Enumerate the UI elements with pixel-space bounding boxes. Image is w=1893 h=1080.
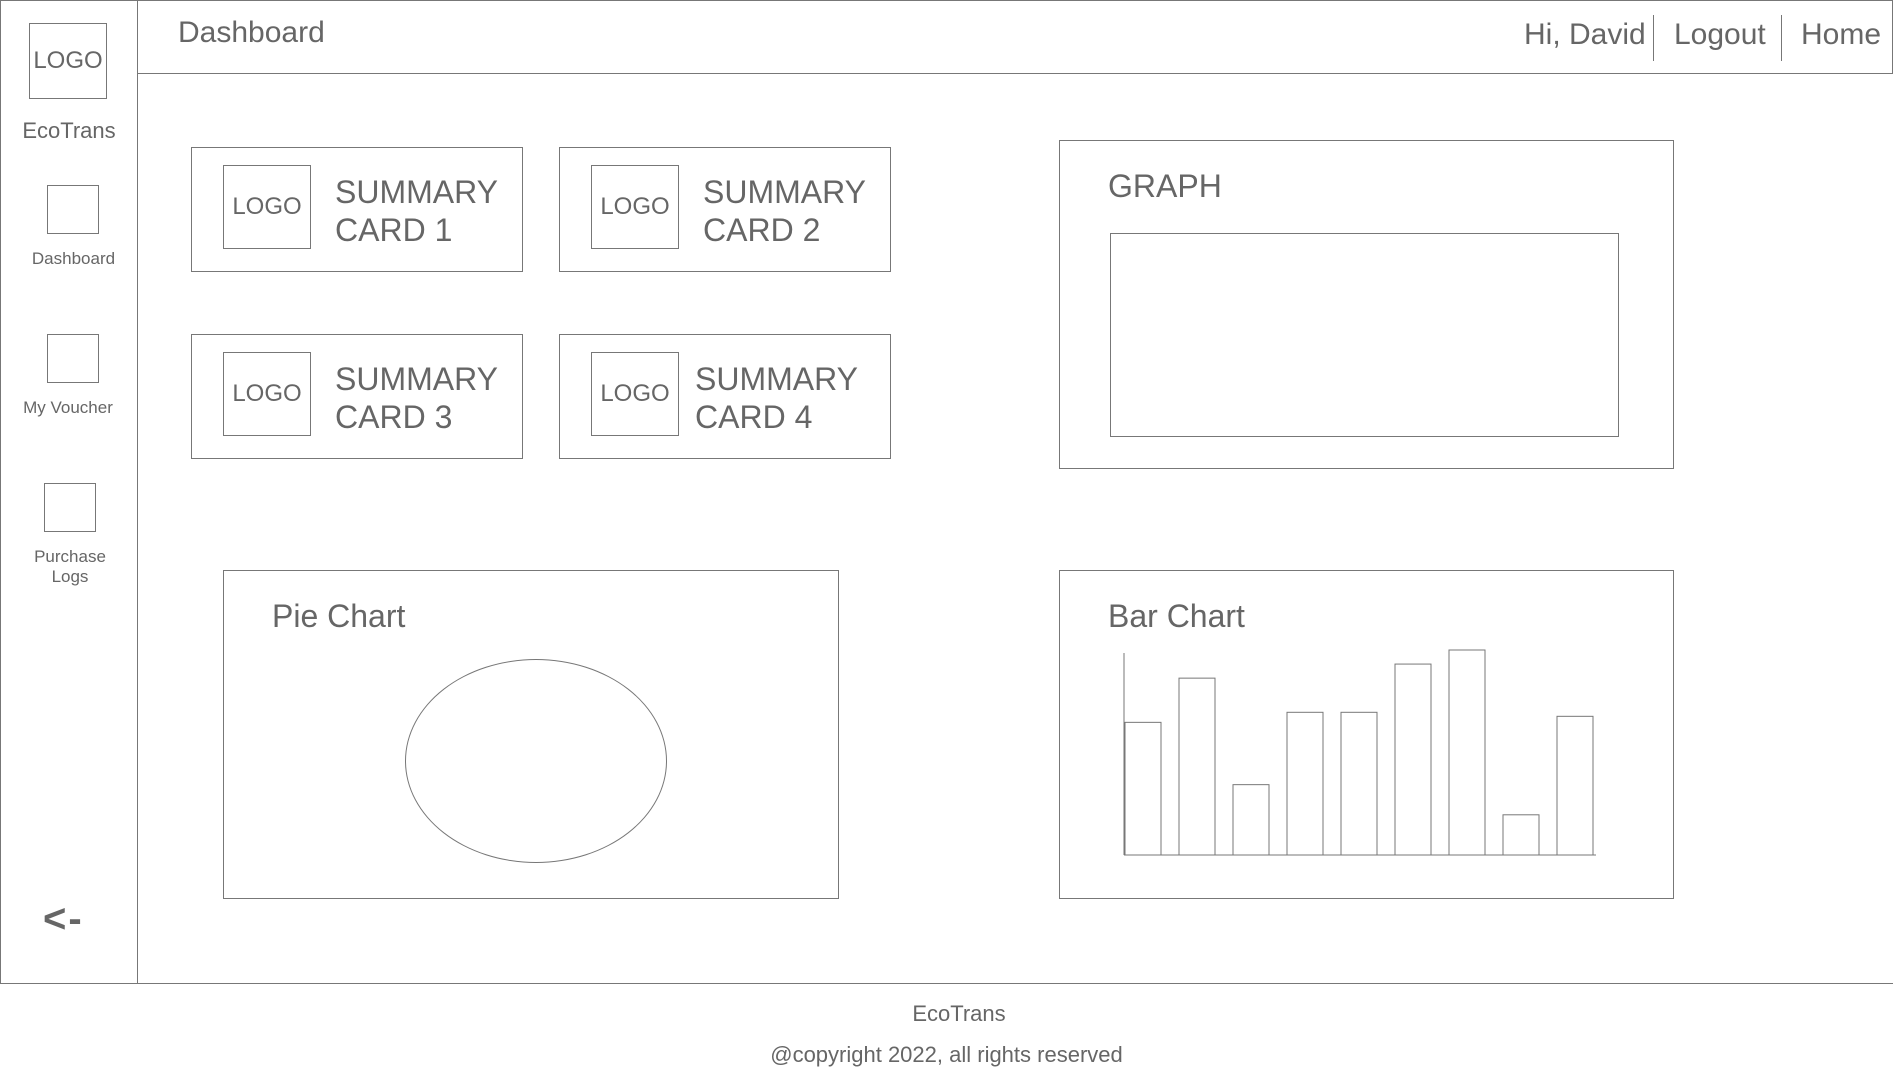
- summary-card-1[interactable]: LOGO SUMMARY CARD 1: [191, 147, 523, 272]
- collapse-sidebar-button[interactable]: <-: [43, 897, 84, 942]
- app-name: EcoTrans: [22, 118, 116, 143]
- header-divider: [1653, 15, 1654, 61]
- summary-card-title: SUMMARY CARD 4: [695, 360, 858, 436]
- sidebar-item-my-voucher[interactable]: My Voucher: [1, 334, 137, 424]
- pie-chart-circle: [405, 659, 667, 863]
- sidebar-item-label: Purchase Logs: [34, 547, 106, 586]
- summary-card-line2: CARD 2: [703, 212, 821, 248]
- voucher-icon: [47, 334, 99, 383]
- graph-title: GRAPH: [1108, 168, 1222, 204]
- logo-text: LOGO: [232, 193, 302, 220]
- purchase-logs-icon: [44, 483, 96, 532]
- logo-text: LOGO: [600, 193, 670, 220]
- summary-card-line2: CARD 4: [695, 399, 813, 435]
- app-logo: LOGO: [29, 23, 107, 99]
- summary-card-logo: LOGO: [223, 165, 311, 249]
- summary-card-line1: SUMMARY: [335, 361, 498, 397]
- summary-card-title: SUMMARY CARD 3: [335, 360, 498, 436]
- top-header: Dashboard Hi, David Logout Home: [137, 0, 1893, 74]
- logo-text: LOGO: [232, 380, 302, 407]
- footer-copyright: @copyright 2022, all rights reserved: [770, 1042, 1123, 1067]
- bar-chart-bar-6: [1394, 663, 1432, 856]
- bar-chart-bar-8: [1502, 814, 1540, 856]
- bar-chart-bar-9: [1556, 715, 1594, 856]
- footer: EcoTrans @copyright 2022, all rights res…: [0, 983, 1893, 1080]
- summary-card-line2: CARD 3: [335, 399, 453, 435]
- bar-chart-bar-5: [1340, 711, 1378, 856]
- bar-chart-bar-2: [1178, 677, 1216, 856]
- bar-chart-bar-3: [1232, 784, 1270, 856]
- summary-card-line1: SUMMARY: [695, 361, 858, 397]
- logout-link[interactable]: Logout: [1674, 18, 1766, 52]
- sidebar-item-label: My Voucher: [23, 398, 113, 417]
- sidebar-item-label: Dashboard: [31, 249, 116, 268]
- bar-chart-bars: [1124, 649, 1594, 856]
- summary-card-2[interactable]: LOGO SUMMARY CARD 2: [559, 147, 891, 272]
- pie-chart-title: Pie Chart: [272, 598, 406, 634]
- user-greeting: Hi, David: [1524, 18, 1646, 51]
- graph-area: [1110, 233, 1619, 437]
- summary-card-logo: LOGO: [591, 352, 679, 436]
- summary-card-logo: LOGO: [223, 352, 311, 436]
- sidebar-item-dashboard[interactable]: Dashboard: [1, 185, 137, 275]
- sidebar: LOGO EcoTrans Dashboard My Voucher Purch…: [0, 0, 138, 984]
- app-logo-text: LOGO: [33, 47, 103, 74]
- summary-card-line2: CARD 1: [335, 212, 453, 248]
- dashboard-icon: [47, 185, 99, 234]
- page-title: Dashboard: [178, 16, 325, 49]
- summary-card-logo: LOGO: [591, 165, 679, 249]
- bar-chart-panel: Bar Chart: [1059, 570, 1674, 899]
- footer-brand: EcoTrans: [912, 1001, 1006, 1026]
- bar-chart-bar-7: [1448, 649, 1486, 856]
- pie-chart-panel: Pie Chart: [223, 570, 839, 899]
- summary-card-4[interactable]: LOGO SUMMARY CARD 4: [559, 334, 891, 459]
- summary-card-title: SUMMARY CARD 2: [703, 173, 866, 249]
- home-link[interactable]: Home: [1801, 18, 1881, 52]
- graph-panel: GRAPH: [1059, 140, 1674, 469]
- summary-card-line1: SUMMARY: [703, 174, 866, 210]
- sidebar-item-purchase-logs[interactable]: Purchase Logs: [1, 483, 137, 593]
- summary-card-3[interactable]: LOGO SUMMARY CARD 3: [191, 334, 523, 459]
- bar-chart-bar-1: [1124, 721, 1162, 856]
- logo-text: LOGO: [600, 380, 670, 407]
- summary-card-line1: SUMMARY: [335, 174, 498, 210]
- bar-chart-bar-4: [1286, 711, 1324, 856]
- header-divider: [1781, 15, 1782, 61]
- summary-card-title: SUMMARY CARD 1: [335, 173, 498, 249]
- bar-chart-svg: [1123, 649, 1596, 856]
